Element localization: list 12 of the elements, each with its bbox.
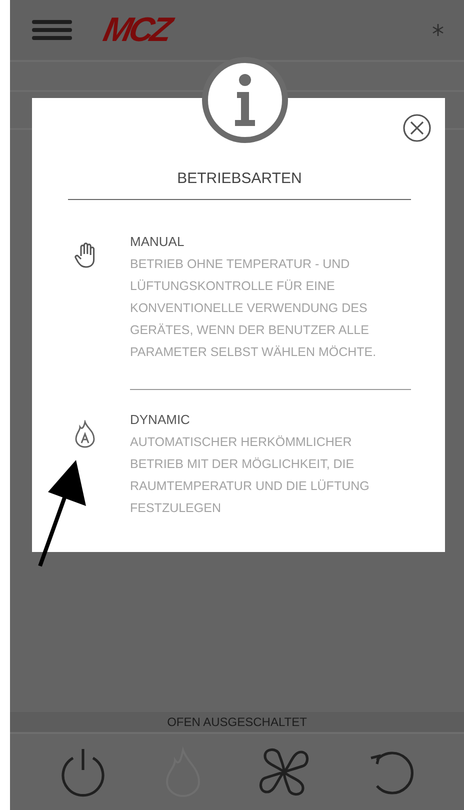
mode-name: MANUAL	[130, 234, 186, 249]
dialog-title: BETRIEBSARTEN	[68, 170, 411, 200]
brand-logo: MCZ	[100, 10, 173, 50]
mode-description: BETRIEB OHNE TEMPERATUR - UND LÜFTUNGSKONTROLLE FÜR EINE KONVENTIONELLE VERWENDUNG DES GERÄTES, WENN DER BENUTZER ALLE PARAMETER SELBST WÄHLEN MÖCHTE.	[130, 256, 378, 361]
mode-name: DYNAMIC	[130, 412, 191, 427]
fan-button[interactable]	[257, 746, 311, 798]
status-text: OFEN AUSGESCHALTET	[167, 715, 307, 729]
mode-description: AUTOMATISCHER HERKÖMMLICHER BETRIEB MIT DER MÖGLICHKEIT, DIE RAUMTEMPERATUR UND DIE LÜFTUNG FESTZULEGEN	[130, 434, 370, 517]
flame-icon	[74, 420, 96, 448]
close-icon[interactable]	[402, 113, 432, 143]
snowflake-icon[interactable]	[432, 24, 444, 36]
menu-icon[interactable]	[32, 20, 72, 40]
